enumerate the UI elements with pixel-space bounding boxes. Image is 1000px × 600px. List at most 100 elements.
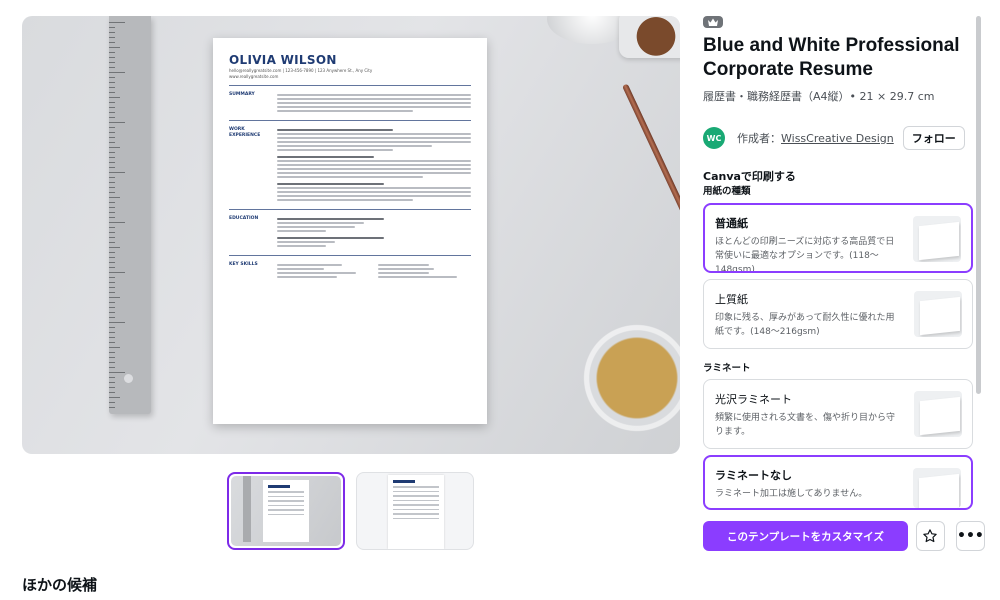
resume-divider [229, 84, 471, 86]
paper-sample-image [913, 216, 961, 262]
ruler-tick [109, 232, 115, 233]
paper-option-premium[interactable]: 上質紙 印象に残る、厚みがあって耐久性に優れた用紙です。(148〜216gsm) [703, 279, 973, 349]
ruler-tick [109, 117, 115, 118]
resume-divider [229, 208, 471, 210]
ruler-tick [109, 77, 115, 78]
ruler-tick [109, 212, 115, 213]
ruler-tick [109, 317, 115, 318]
more-options-button[interactable]: ••• [955, 521, 985, 551]
ruler-tick [109, 387, 115, 388]
ruler-tick [109, 162, 115, 163]
follow-button[interactable]: フォロー [902, 126, 965, 150]
option-title: 光沢ラミネート [715, 393, 792, 406]
ruler-tick [109, 227, 115, 228]
ruler-tick [109, 332, 115, 333]
laminate-sample-image [913, 468, 961, 508]
laminate-sample-image [914, 391, 962, 437]
resume-section-heading: KEY SKILLS [229, 261, 258, 267]
ruler-tick [109, 392, 115, 393]
creator-prefix: 作成者： [737, 132, 781, 145]
ruler-tick [109, 327, 115, 328]
ruler-tick [109, 312, 115, 313]
ruler-tick [109, 322, 125, 323]
ruler-tick [109, 252, 115, 253]
template-title: Blue and White Professional Corporate Re… [703, 35, 960, 80]
ruler-tick [109, 187, 115, 188]
resume-section-heading: WORK EXPERIENCE [229, 126, 261, 139]
paper-type-label: 用紙の種類 [703, 186, 751, 197]
ruler-tick [109, 307, 115, 308]
thumbnail-flat[interactable] [356, 472, 474, 550]
ruler-tick [109, 237, 115, 238]
option-title: 普通紙 [715, 217, 748, 230]
ruler-tick [109, 182, 115, 183]
ruler-tick [109, 92, 115, 93]
resume-section-skills: KEY SKILLS [229, 262, 471, 280]
resume-section-summary: SUMMARY [229, 92, 471, 114]
ruler-tick [109, 372, 125, 373]
resume-divider [229, 254, 471, 256]
other-suggestions-heading: ほかの候補 [22, 576, 98, 594]
pen-illustration [622, 83, 680, 241]
ruler-tick [109, 382, 115, 383]
ruler-tick [109, 297, 120, 298]
ruler-tick [109, 137, 115, 138]
favorite-button[interactable] [915, 521, 945, 551]
paper-option-standard[interactable]: 普通紙 ほとんどの印刷ニーズに対応する高品質で日常使いに最適なオプションです。(… [703, 203, 973, 273]
ruler-tick [109, 267, 115, 268]
ruler-tick [109, 402, 115, 403]
ruler-tick [109, 352, 115, 353]
option-description: ラミネート加工は施してありません。 [715, 489, 868, 499]
ruler-tick [109, 192, 115, 193]
ruler-tick [109, 257, 115, 258]
ruler-tick [109, 167, 115, 168]
ruler-tick [109, 47, 120, 48]
resume-section-work: WORK EXPERIENCE [229, 127, 471, 203]
resume-section-body [277, 216, 471, 249]
ruler-tick [109, 362, 115, 363]
creator-link[interactable]: WissCreative Design [781, 132, 894, 145]
option-title: 上質紙 [715, 293, 748, 306]
option-description: ほとんどの印刷ニーズに対応する高品質で日常使いに最適なオプションです。(118〜… [715, 237, 895, 273]
ruler-tick [109, 142, 115, 143]
template-preview[interactable]: OLIVIA WILSON hello@reallygreatsite.com … [22, 16, 680, 454]
ruler-tick [109, 337, 115, 338]
ruler-tick [109, 282, 115, 283]
action-bar: このテンプレートをカスタマイズ ••• [703, 518, 985, 554]
ruler-tick [109, 347, 120, 348]
coffee-cup-illustration [575, 316, 680, 440]
ruler-tick [109, 207, 115, 208]
ruler-tick [109, 107, 115, 108]
ruler-tick [109, 147, 120, 148]
creator-avatar[interactable]: WC [703, 127, 725, 149]
resume-divider [229, 119, 471, 121]
resume-section-body [277, 92, 471, 114]
ruler-tick [109, 87, 115, 88]
ruler-tick [109, 262, 115, 263]
ruler-tick [109, 377, 115, 378]
laminate-option-none[interactable]: ラミネートなし ラミネート加工は施してありません。 [703, 455, 973, 510]
ruler-tick [109, 42, 115, 43]
coffee-beans-illustration [619, 16, 680, 58]
ruler-tick [109, 277, 115, 278]
thumbnail-mockup[interactable] [227, 472, 345, 550]
ruler-tick [109, 202, 115, 203]
more-icon: ••• [957, 528, 984, 544]
ruler-tick [109, 132, 115, 133]
ruler-tick [109, 127, 115, 128]
ruler-tick [109, 82, 115, 83]
ruler-tick [109, 27, 115, 28]
ruler-tick [109, 292, 115, 293]
ruler-tick [109, 112, 115, 113]
option-description: 印象に残る、厚みがあって耐久性に優れた用紙です。(148〜216gsm) [715, 313, 895, 337]
resume-name: OLIVIA WILSON [229, 53, 337, 67]
star-icon [923, 529, 938, 543]
resume-section-heading: EDUCATION [229, 215, 259, 221]
customize-template-button[interactable]: このテンプレートをカスタマイズ [703, 521, 908, 551]
ruler-tick [109, 57, 115, 58]
panel-scrollbar[interactable] [976, 16, 981, 394]
mini-resume [388, 475, 444, 549]
laminate-option-gloss[interactable]: 光沢ラミネート 頻繁に使用される文書を、傷や折り目から守ります。 [703, 379, 973, 449]
crown-icon [703, 16, 723, 28]
ruler-tick [109, 407, 115, 408]
